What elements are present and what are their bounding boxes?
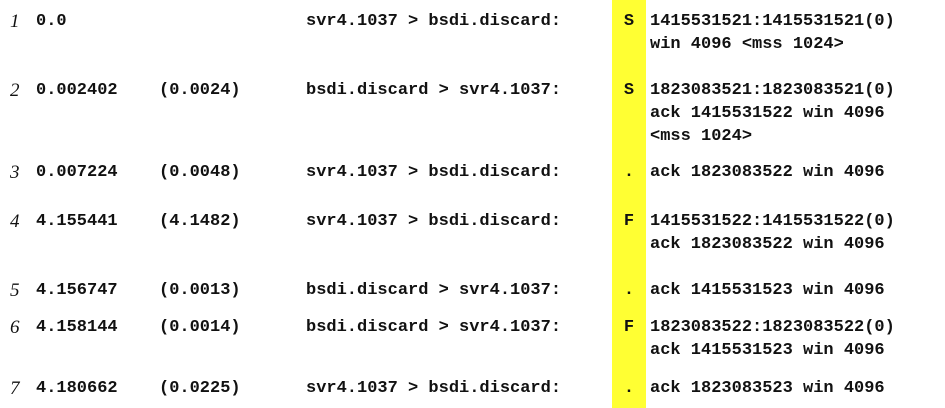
packet-connection: svr4.1037 > bsdi.discard: xyxy=(306,12,562,31)
packet-info: ack 1823083523 win 4096 xyxy=(650,379,885,398)
packet-info: 1823083521:1823083521(0) ack 1415531522 … xyxy=(650,81,895,146)
packet-info: 1823083522:1823083522(0) ack 1415531523 … xyxy=(650,318,895,360)
packet-timestamp: 4.158144 xyxy=(36,318,118,337)
packet-number: 7 xyxy=(10,378,20,399)
packet-connection: bsdi.discard > svr4.1037: xyxy=(306,281,562,300)
packet-number: 5 xyxy=(10,280,20,301)
packet-timestamp: 0.007224 xyxy=(36,163,118,182)
packet-flag: F xyxy=(623,212,635,231)
packet-flag: S xyxy=(623,12,635,31)
packet-info: ack 1415531523 win 4096 xyxy=(650,281,885,300)
packet-flag: . xyxy=(623,281,635,300)
packet-number: 6 xyxy=(10,317,20,338)
packet-connection: svr4.1037 > bsdi.discard: xyxy=(306,163,562,182)
packet-flag: F xyxy=(623,318,635,337)
packet-number: 1 xyxy=(10,11,20,32)
packet-delta: (0.0024) xyxy=(159,81,241,100)
packet-delta: (0.0014) xyxy=(159,318,241,337)
packet-delta: (0.0048) xyxy=(159,163,241,182)
packet-timestamp: 4.156747 xyxy=(36,281,118,300)
packet-number: 3 xyxy=(10,162,20,183)
packet-connection: svr4.1037 > bsdi.discard: xyxy=(306,379,562,398)
packet-number: 4 xyxy=(10,211,20,232)
packet-info: 1415531522:1415531522(0) ack 1823083522 … xyxy=(650,212,895,254)
flag-column-highlight xyxy=(612,0,646,408)
packet-timestamp: 4.155441 xyxy=(36,212,118,231)
packet-connection: bsdi.discard > svr4.1037: xyxy=(306,81,562,100)
tcpdump-trace: 1 0.0 svr4.1037 > bsdi.discard: S 141553… xyxy=(0,0,945,408)
packet-connection: bsdi.discard > svr4.1037: xyxy=(306,318,562,337)
packet-number: 2 xyxy=(10,80,20,101)
packet-info: ack 1823083522 win 4096 xyxy=(650,163,885,182)
packet-timestamp: 0.0 xyxy=(36,12,67,31)
packet-flag: . xyxy=(623,379,635,398)
packet-flag: . xyxy=(623,163,635,182)
packet-timestamp: 0.002402 xyxy=(36,81,118,100)
packet-info: 1415531521:1415531521(0) win 4096 <mss 1… xyxy=(650,12,895,54)
packet-delta: (0.0013) xyxy=(159,281,241,300)
packet-delta: (0.0225) xyxy=(159,379,241,398)
packet-connection: svr4.1037 > bsdi.discard: xyxy=(306,212,562,231)
packet-timestamp: 4.180662 xyxy=(36,379,118,398)
packet-flag: S xyxy=(623,81,635,100)
packet-delta: (4.1482) xyxy=(159,212,241,231)
